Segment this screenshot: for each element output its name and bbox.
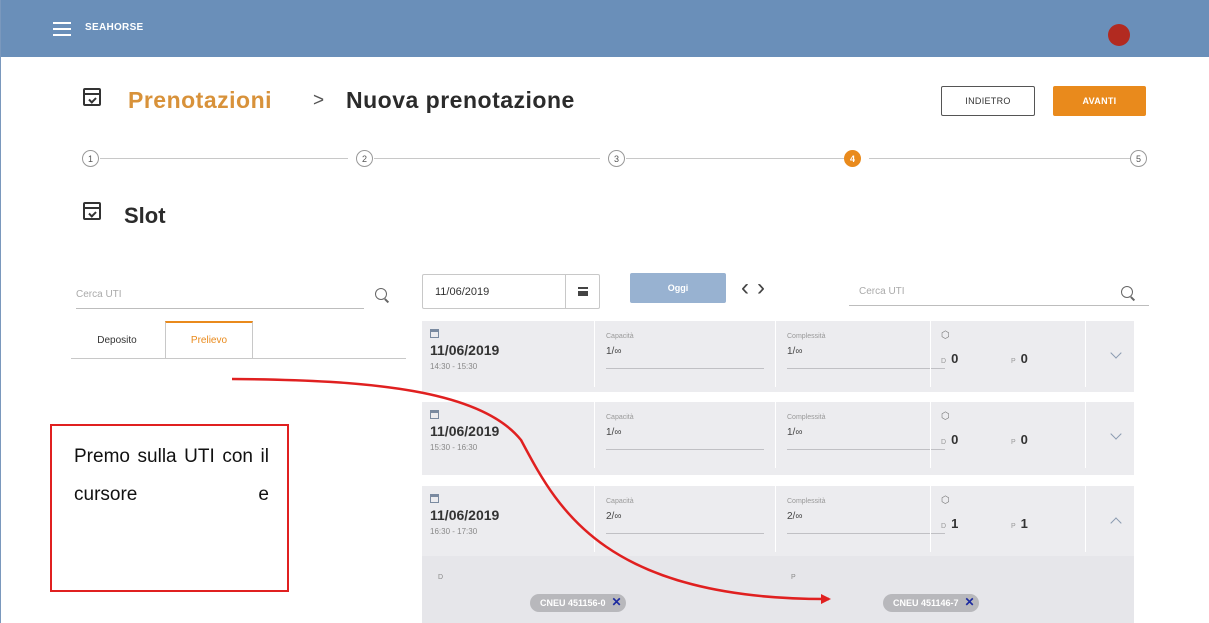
page: SEAHORSE Prenotazioni > Nuova prenotazio…	[0, 0, 1209, 623]
annotation-arrow	[231, 377, 831, 605]
